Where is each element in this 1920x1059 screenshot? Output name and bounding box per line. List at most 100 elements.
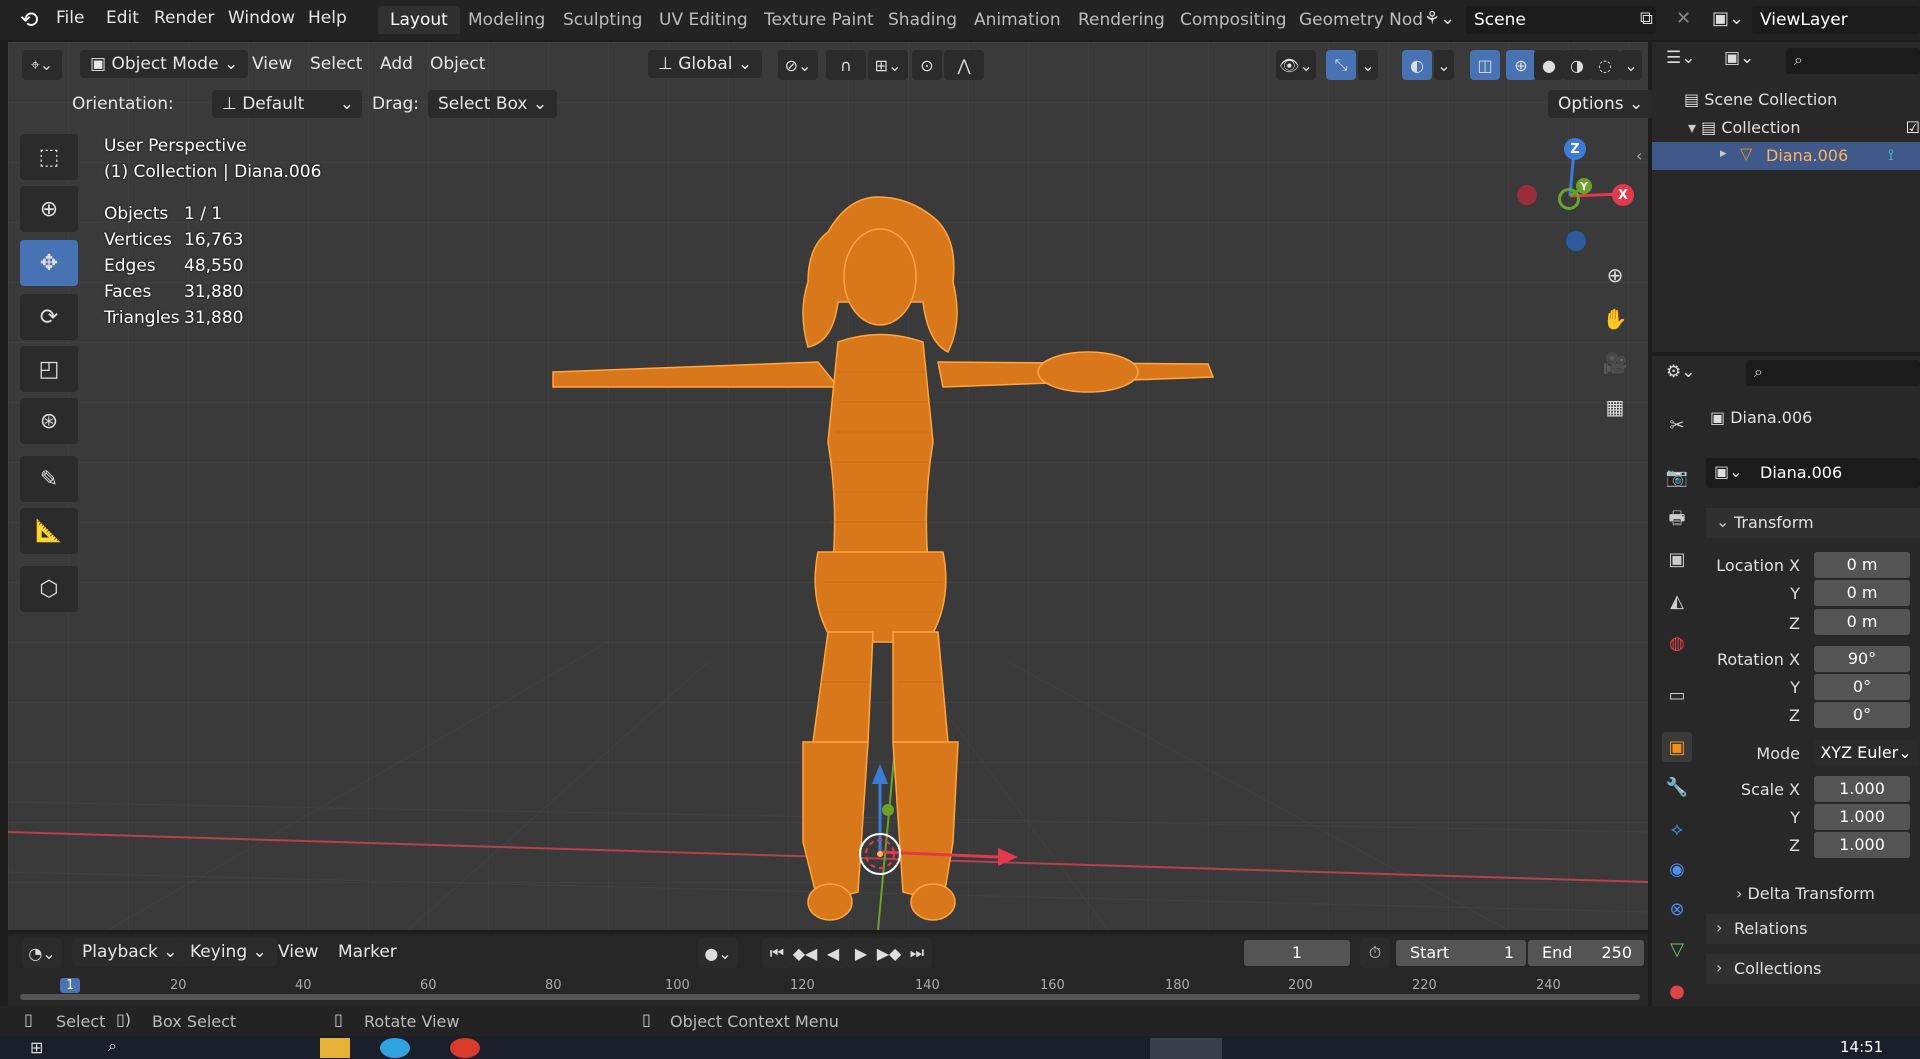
gizmo-toggle-icon[interactable]: ⤡ — [1326, 50, 1356, 80]
material-tab-icon[interactable]: ● — [1662, 976, 1692, 1006]
menu-add[interactable]: Add — [380, 54, 413, 74]
playback-menu[interactable]: Playback ⌄ — [72, 938, 188, 966]
gizmo-neg-y[interactable] — [1558, 188, 1580, 210]
scale-y-field[interactable]: 1.000 — [1814, 804, 1910, 830]
scene-tab-icon[interactable]: ◭ — [1662, 586, 1692, 616]
tab-shading[interactable]: Shading — [888, 10, 957, 30]
start-frame-field[interactable]: Start 1 — [1396, 940, 1526, 966]
tab-layout[interactable]: Layout — [378, 6, 460, 34]
menu-file[interactable]: File — [56, 8, 84, 28]
outliner-display-mode-icon[interactable]: ▣⌄ — [1724, 48, 1754, 68]
taskbar-app-icon[interactable] — [320, 1038, 350, 1058]
proportional-edit-icon[interactable]: ⊙ — [912, 50, 942, 80]
view-layer-icon[interactable]: ▣⌄ — [1712, 8, 1744, 29]
scene-field[interactable]: Scene — [1466, 6, 1656, 34]
view-layer-field[interactable]: ViewLayer — [1752, 6, 1920, 34]
transform-panel-header[interactable]: ⌄ Transform — [1706, 508, 1920, 538]
zoom-icon[interactable]: ⊕ — [1598, 258, 1632, 292]
tab-sculpting[interactable]: Sculpting — [563, 10, 642, 30]
rotation-y-field[interactable]: 0° — [1814, 674, 1910, 700]
scene-selector-icon[interactable]: ⚘⌄ — [1424, 8, 1455, 29]
falloff-icon[interactable]: ⋀ — [944, 50, 984, 80]
location-y-field[interactable]: 0 m — [1814, 580, 1910, 606]
gizmo-z-axis[interactable]: Z — [1564, 138, 1586, 160]
physics-tab-icon[interactable]: ◉ — [1662, 854, 1692, 884]
record-icon[interactable]: ●⌄ — [698, 938, 738, 968]
tab-modeling[interactable]: Modeling — [468, 10, 545, 30]
pan-hand-icon[interactable]: ✋ — [1598, 302, 1632, 336]
editor-type-icon[interactable]: ⌖⌄ — [22, 50, 62, 80]
taskbar-app-icon[interactable] — [1150, 1038, 1222, 1059]
view-layer-tab-icon[interactable]: ▣ — [1662, 544, 1692, 574]
timeline-marker-menu[interactable]: Marker — [338, 942, 397, 962]
collection-tab-icon[interactable]: ▭ — [1662, 680, 1692, 710]
current-frame-field[interactable]: 1 — [1244, 940, 1350, 966]
outliner-editor-type-icon[interactable]: ☰⌄ — [1666, 48, 1695, 68]
object-mode-dropdown[interactable]: ▣ Object Mode ⌄ — [80, 50, 249, 78]
gizmo-neg-x[interactable] — [1517, 185, 1537, 205]
transform-orientation-dropdown[interactable]: ⊥ Global ⌄ — [648, 50, 763, 78]
taskbar-app-icon[interactable] — [450, 1038, 480, 1058]
gizmo-x-axis[interactable]: X — [1612, 184, 1634, 206]
tool-tab-icon[interactable]: ✂ — [1662, 410, 1692, 440]
end-frame-field[interactable]: End 250 — [1528, 940, 1644, 966]
solid-shading-icon[interactable]: ● — [1534, 50, 1564, 80]
shading-options-icon[interactable]: ⌄ — [1620, 50, 1642, 80]
jump-end-icon[interactable]: ⏭ — [902, 938, 932, 968]
overlays-options-icon[interactable]: ⌄ — [1434, 50, 1454, 80]
outliner-search-field[interactable]: ⌕ — [1786, 48, 1920, 74]
tab-animation[interactable]: Animation — [974, 10, 1061, 30]
new-scene-icon[interactable]: ⧉ — [1640, 8, 1653, 29]
gizmo-neg-z[interactable] — [1566, 231, 1586, 251]
world-tab-icon[interactable]: ◍ — [1662, 628, 1692, 658]
menu-object[interactable]: Object — [430, 54, 485, 74]
location-x-field[interactable]: 0 m — [1814, 552, 1910, 578]
constraints-tab-icon[interactable]: ⊗ — [1662, 894, 1692, 924]
render-tab-icon[interactable]: 📷 — [1662, 462, 1692, 492]
menu-render[interactable]: Render — [154, 8, 215, 28]
taskbar-search-icon[interactable]: ⌕ — [108, 1036, 117, 1056]
snap-target-icon[interactable]: ⊞⌄ — [868, 50, 908, 80]
menu-help[interactable]: Help — [308, 8, 347, 28]
timeline-ruler[interactable]: 1 20 40 60 80 100 120 140 160 180 200 22… — [20, 978, 1640, 1000]
options-dropdown[interactable]: Options ⌄ — [1548, 90, 1654, 118]
navigation-gizmo[interactable]: Z X Y — [1510, 136, 1634, 256]
cursor-tool-icon[interactable]: ⊕ — [20, 186, 78, 232]
outliner-row-object[interactable]: ▸ ▽ Diana.006 ⟟ — [1652, 142, 1920, 170]
menu-select[interactable]: Select — [310, 54, 362, 74]
timeline-scrollbar[interactable] — [20, 994, 1640, 1000]
scale-tool-icon[interactable]: ◰ — [20, 346, 78, 392]
scale-x-field[interactable]: 1.000 — [1814, 776, 1910, 802]
select-box-tool-icon[interactable]: ⬚ — [20, 134, 78, 180]
blender-logo-icon[interactable]: ⟲ — [20, 8, 38, 33]
taskbar-app-icon[interactable] — [380, 1038, 410, 1058]
timeline-view-menu[interactable]: View — [278, 942, 318, 962]
tab-texture-paint[interactable]: Texture Paint — [764, 10, 874, 30]
object-tab-icon[interactable]: ▣ — [1662, 732, 1692, 762]
orientation-dropdown[interactable]: ⊥ Default ⌄ — [212, 90, 362, 118]
rotate-tool-icon[interactable]: ⟳ — [20, 294, 78, 340]
location-z-field[interactable]: 0 m — [1814, 609, 1910, 635]
menu-window[interactable]: Window — [228, 8, 295, 28]
collapse-sidebar-icon[interactable]: ‹ — [1636, 146, 1642, 165]
tab-compositing[interactable]: Compositing — [1180, 10, 1287, 30]
rendered-shading-icon[interactable]: ◌ — [1590, 50, 1620, 80]
play-reverse-icon[interactable]: ◀ — [818, 938, 848, 968]
rotation-z-field[interactable]: 0° — [1814, 702, 1910, 728]
delta-transform-subpanel[interactable]: › Delta Transform — [1736, 884, 1875, 903]
outliner-row-collection[interactable]: ▾ ▤ Collection ☑ — [1688, 118, 1920, 137]
menu-view[interactable]: View — [252, 54, 292, 74]
rotation-x-field[interactable]: 90° — [1814, 646, 1910, 672]
tab-uv-editing[interactable]: UV Editing — [659, 10, 748, 30]
visibility-icon[interactable]: 👁⌄ — [1276, 50, 1316, 80]
wireframe-shading-icon[interactable]: ⊕ — [1506, 50, 1536, 80]
tab-rendering[interactable]: Rendering — [1078, 10, 1165, 30]
tab-geometry-nodes[interactable]: Geometry Nod — [1299, 10, 1423, 30]
windows-start-icon[interactable]: ⊞ — [30, 1038, 43, 1057]
scale-z-field[interactable]: 1.000 — [1814, 832, 1910, 858]
collections-panel-header[interactable]: › Collections — [1706, 954, 1920, 984]
preview-range-icon[interactable]: ⏱ — [1360, 938, 1390, 968]
perspective-toggle-icon[interactable]: ▦ — [1598, 390, 1632, 424]
properties-search-field[interactable]: ⌕ — [1746, 360, 1920, 386]
annotate-tool-icon[interactable]: ✎ — [20, 456, 78, 502]
